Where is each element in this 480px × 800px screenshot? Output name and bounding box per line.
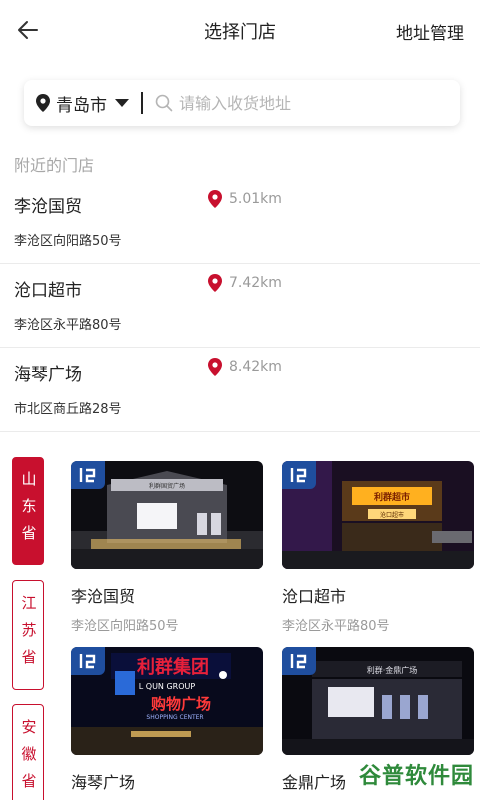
store-photo: 利群集团 L QUN GROUP 购物广场 SHOPPING CENTER xyxy=(71,647,263,755)
store-card[interactable]: 利群国贸广场 李沧国贸 李沧区向阳路50号 xyxy=(71,461,263,634)
province-tab-jiangsu[interactable]: 江苏省 xyxy=(12,580,44,690)
province-tab-anhui[interactable]: 安徽省 xyxy=(12,704,44,800)
caret-down-icon xyxy=(115,99,129,107)
store-distance: 7.42km xyxy=(208,274,282,292)
store-photo: 利群国贸广场 xyxy=(71,461,263,569)
store-address: 市北区商丘路28号 xyxy=(14,402,122,417)
page-title: 选择门店 xyxy=(204,22,276,43)
location-pin-icon xyxy=(208,190,222,208)
building-sign-text: 利群集团 xyxy=(137,656,209,678)
address-management-link[interactable]: 地址管理 xyxy=(396,19,464,44)
store-name: 李沧国贸 xyxy=(14,197,82,217)
store-name: 海琴广场 xyxy=(14,365,82,385)
card-store-name: 李沧国贸 xyxy=(71,587,136,606)
location-pin-icon xyxy=(208,274,222,292)
distance-text: 5.01km xyxy=(229,191,282,207)
brand-logo-icon xyxy=(71,461,105,489)
building-sign-text: 利群超市 xyxy=(373,491,410,503)
search-bar: 青岛市 xyxy=(24,80,460,126)
arrow-left-icon xyxy=(18,21,38,39)
building-sign-text: 利群国贸广场 xyxy=(149,482,185,490)
building-sign-text: 购物广场 xyxy=(151,695,211,713)
card-store-address: 李沧区向阳路50号 xyxy=(71,619,179,634)
building-sign-text: 沧口超市 xyxy=(380,511,404,519)
card-store-address: 李沧区永平路80号 xyxy=(282,619,390,634)
distance-text: 7.42km xyxy=(229,275,282,291)
province-tab-label: 江苏省 xyxy=(19,594,38,676)
nearby-store-item[interactable]: 沧口超市 7.42km 李沧区永平路80号 xyxy=(0,264,480,348)
province-tab-shandong[interactable]: 山东省 xyxy=(12,457,44,565)
store-name: 沧口超市 xyxy=(14,281,82,301)
divider xyxy=(141,92,143,114)
store-card[interactable]: 利群集团 L QUN GROUP 购物广场 SHOPPING CENTER 海琴… xyxy=(71,647,263,793)
card-store-name: 沧口超市 xyxy=(282,587,347,606)
store-photo: 利群超市 沧口超市 xyxy=(282,461,474,569)
store-photo: 利群·金鼎广场 xyxy=(282,647,474,755)
brand-logo-icon xyxy=(282,461,316,489)
building-sign-text: 利群·金鼎广场 xyxy=(367,665,418,675)
store-card[interactable]: 利群超市 沧口超市 沧口超市 李沧区永平路80号 xyxy=(282,461,474,634)
province-tab-label: 安徽省 xyxy=(19,718,38,800)
distance-text: 8.42km xyxy=(229,359,282,375)
store-address: 李沧区永平路80号 xyxy=(14,318,122,333)
nearby-section-label: 附近的门店 xyxy=(14,156,95,175)
store-address: 李沧区向阳路50号 xyxy=(14,234,122,249)
brand-logo-icon xyxy=(282,647,316,675)
watermark: 谷普软件园 xyxy=(359,758,474,790)
city-selector[interactable]: 青岛市 xyxy=(36,91,129,116)
building-sign-text: SHOPPING CENTER xyxy=(146,714,203,721)
province-tab-label: 山东省 xyxy=(19,470,38,552)
nearby-store-item[interactable]: 海琴广场 8.42km 市北区商丘路28号 xyxy=(0,348,480,432)
city-name: 青岛市 xyxy=(56,95,107,116)
store-distance: 5.01km xyxy=(208,190,282,208)
location-pin-icon xyxy=(208,358,222,376)
header-bar: 选择门店 地址管理 xyxy=(0,0,480,62)
address-search-input[interactable] xyxy=(179,93,409,113)
brand-logo-icon xyxy=(71,647,105,675)
location-pin-icon xyxy=(36,94,50,112)
card-store-name: 海琴广场 xyxy=(71,773,136,792)
building-sign-text: L QUN GROUP xyxy=(139,682,196,691)
store-distance: 8.42km xyxy=(208,358,282,376)
nearby-store-item[interactable]: 李沧国贸 5.01km 李沧区向阳路50号 xyxy=(0,180,480,264)
search-icon xyxy=(155,94,173,112)
watermark-text: 谷普软件园 xyxy=(358,764,474,789)
back-button[interactable] xyxy=(14,16,42,44)
